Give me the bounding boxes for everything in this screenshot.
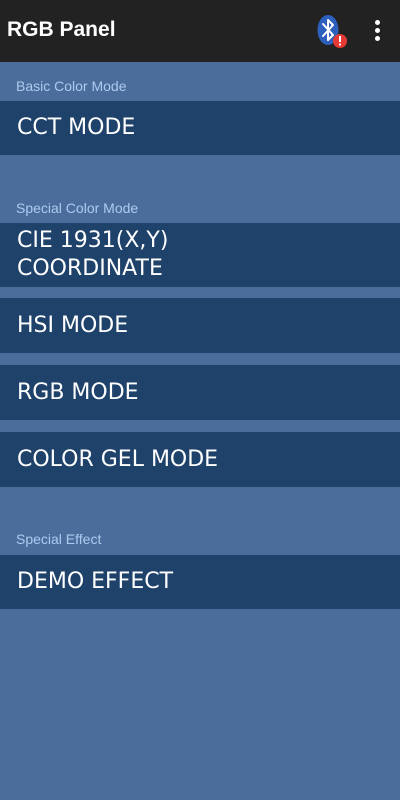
more-vert-icon[interactable] [364,16,390,46]
cie-coordinate-button[interactable]: CIE 1931(X,Y) COORDINATE [0,223,400,287]
rgb-mode-button[interactable]: RGB MODE [0,365,400,420]
app-bar: RGB Panel [0,0,400,62]
section-header-basic: Basic Color Mode [16,78,127,94]
demo-effect-button[interactable]: DEMO EFFECT [0,555,400,609]
section-header-effect: Special Effect [16,531,102,547]
bluetooth-warning-icon[interactable] [314,14,350,50]
color-gel-mode-button[interactable]: COLOR GEL MODE [0,432,400,487]
cie-coordinate-label: CIE 1931(X,Y) COORDINATE [17,228,169,281]
demo-effect-label: DEMO EFFECT [17,569,174,594]
app-title: RGB Panel [7,18,116,41]
hsi-mode-label: HSI MODE [17,312,129,338]
color-gel-mode-label: COLOR GEL MODE [17,446,219,472]
section-header-special: Special Color Mode [16,200,139,216]
app-screen: RGB Panel Basic Color Mode CCT MODE Spec… [0,0,400,800]
rgb-mode-label: RGB MODE [17,379,139,405]
cct-mode-button[interactable]: CCT MODE [0,101,400,155]
cct-mode-label: CCT MODE [17,115,136,140]
hsi-mode-button[interactable]: HSI MODE [0,298,400,353]
